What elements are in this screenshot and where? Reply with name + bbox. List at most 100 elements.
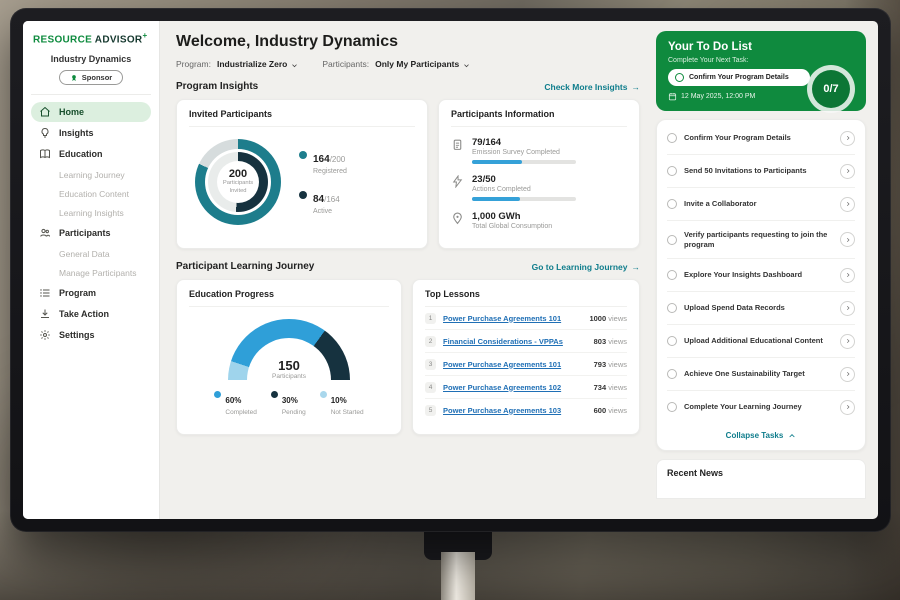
check-more-insights-link[interactable]: Check More Insights → (544, 82, 640, 92)
checkbox-circle-icon[interactable] (667, 402, 677, 412)
logo-plus: + (142, 31, 147, 40)
chevron-right-icon[interactable] (840, 197, 855, 212)
sidebar-item-insights[interactable]: Insights (31, 123, 151, 143)
sidebar-item-label: Home (59, 107, 84, 117)
checkbox-circle-icon[interactable] (667, 235, 677, 245)
legend-dot (271, 391, 278, 398)
chevron-right-icon[interactable] (840, 268, 855, 283)
checkbox-circle-icon[interactable] (667, 270, 677, 280)
lesson-views-unit: views (608, 383, 627, 392)
todo-subtitle: Complete Your Next Task: (668, 57, 854, 64)
legend-dot (299, 191, 307, 199)
sidebar-item-education[interactable]: Education (31, 144, 151, 164)
sidebar-item-label: Education Content (59, 189, 129, 199)
lesson-link[interactable]: Power Purchase Agreements 102 (443, 383, 587, 392)
participants-select-value: Only My Participants (375, 59, 459, 69)
task-row-invite-collaborator[interactable]: Invite a Collaborator (667, 188, 855, 221)
todo-panel: Your To Do List Complete Your Next Task:… (650, 21, 878, 519)
sidebar-item-label: Take Action (59, 309, 109, 319)
task-row-complete-learning-journey[interactable]: Complete Your Learning Journey (667, 391, 855, 423)
lesson-views: 793 (594, 360, 607, 369)
page-title: Welcome, Industry Dynamics (176, 33, 640, 51)
lesson-rank: 3 (425, 359, 436, 370)
todo-progress-ring: 0/7 (807, 65, 855, 113)
sidebar-item-label: Settings (59, 330, 95, 340)
sidebar-item-take-action[interactable]: Take Action (31, 304, 151, 324)
progress-fill (472, 197, 520, 201)
calendar-icon (668, 92, 677, 101)
task-row-upload-educational-content[interactable]: Upload Additional Educational Content (667, 325, 855, 358)
program-select[interactable]: Industrialize Zero (217, 59, 298, 69)
legend-pct: 30% (282, 396, 298, 405)
arrow-right-icon: → (632, 262, 641, 272)
org-name: Industry Dynamics (31, 54, 151, 64)
lesson-link[interactable]: Power Purchase Agreements 101 (443, 360, 587, 369)
emission-progress-bar (472, 160, 576, 164)
checkbox-circle-icon[interactable] (667, 133, 677, 143)
invited-chart-area: 200 Participants Invited 164/200 Registe (189, 127, 415, 225)
task-row-verify-participants[interactable]: Verify participants requesting to join t… (667, 221, 855, 259)
sidebar-item-learning-journey[interactable]: Learning Journey (31, 165, 151, 184)
lesson-views: 1000 (589, 314, 606, 323)
sidebar-item-label: Participants (59, 228, 111, 238)
learning-journey-header: Participant Learning Journey Go to Learn… (176, 261, 640, 272)
card-title: Education Progress (189, 289, 389, 307)
checkbox-circle-icon[interactable] (675, 73, 684, 82)
sidebar-item-home[interactable]: Home (31, 102, 151, 122)
sidebar-item-education-content[interactable]: Education Content (31, 184, 151, 203)
task-row-upload-spend-data[interactable]: Upload Spend Data Records (667, 292, 855, 325)
task-row-confirm-program[interactable]: Confirm Your Program Details (667, 122, 855, 155)
todo-title: Your To Do List (668, 41, 854, 53)
sidebar-item-learning-insights[interactable]: Learning Insights (31, 203, 151, 222)
chevron-right-icon[interactable] (840, 131, 855, 146)
chevron-right-icon[interactable] (840, 367, 855, 382)
chevron-right-icon[interactable] (840, 301, 855, 316)
link-label: Go to Learning Journey (532, 262, 628, 272)
lesson-row: 1 Power Purchase Agreements 101 1000 vie… (425, 307, 627, 330)
task-row-achieve-sustainability-target[interactable]: Achieve One Sustainability Target (667, 358, 855, 391)
card-title: Invited Participants (189, 109, 415, 127)
legend-item-pending: 30% Pending (271, 390, 306, 416)
clipboard-icon (451, 138, 464, 151)
legend-item-registered: 164/200 Registered (299, 149, 347, 175)
sidebar-item-settings[interactable]: Settings (31, 325, 151, 345)
legend-dot (214, 391, 221, 398)
task-row-send-invitations[interactable]: Send 50 Invitations to Participants (667, 155, 855, 188)
sidebar-item-program[interactable]: Program (31, 283, 151, 303)
legend-pct: 60% (225, 396, 241, 405)
todo-tasks-card: Confirm Your Program Details Send 50 Inv… (656, 119, 866, 451)
legend-item-completed: 60% Completed (214, 390, 256, 416)
collapse-tasks-label: Collapse Tasks (726, 431, 784, 440)
chevron-right-icon[interactable] (840, 334, 855, 349)
lesson-views: 803 (594, 337, 607, 346)
chevron-right-icon[interactable] (840, 232, 855, 247)
checkbox-circle-icon[interactable] (667, 369, 677, 379)
checkbox-circle-icon[interactable] (667, 166, 677, 176)
legend-dot (299, 151, 307, 159)
checkbox-circle-icon[interactable] (667, 199, 677, 209)
checkbox-circle-icon[interactable] (667, 336, 677, 346)
scene: RESOURCE ADVISOR+ Industry Dynamics Spon… (0, 0, 900, 600)
task-row-explore-insights[interactable]: Explore Your Insights Dashboard (667, 259, 855, 292)
participants-select[interactable]: Only My Participants (375, 59, 470, 69)
program-filter-label: Program: (176, 59, 211, 69)
next-task-pill[interactable]: Confirm Your Program Details (668, 69, 810, 86)
lesson-link[interactable]: Power Purchase Agreements 103 (443, 406, 587, 415)
chevron-down-icon (463, 61, 470, 68)
chevron-right-icon[interactable] (840, 164, 855, 179)
sidebar-item-general-data[interactable]: General Data (31, 244, 151, 263)
sponsor-badge[interactable]: Sponsor (59, 70, 123, 85)
checkbox-circle-icon[interactable] (667, 303, 677, 313)
sidebar-item-manage-participants[interactable]: Manage Participants (31, 263, 151, 282)
chevron-right-icon[interactable] (840, 400, 855, 415)
legend-label: Active (313, 208, 340, 215)
chevron-up-icon (788, 432, 796, 440)
legend-dot (320, 391, 327, 398)
participants-icon (39, 227, 51, 239)
task-label: Explore Your Insights Dashboard (684, 270, 833, 280)
collapse-tasks-button[interactable]: Collapse Tasks (667, 423, 855, 448)
sidebar-item-participants[interactable]: Participants (31, 223, 151, 243)
go-to-learning-journey-link[interactable]: Go to Learning Journey → (532, 262, 640, 272)
lesson-link[interactable]: Power Purchase Agreements 101 (443, 314, 582, 323)
lesson-link[interactable]: Financial Considerations - VPPAs (443, 337, 587, 346)
